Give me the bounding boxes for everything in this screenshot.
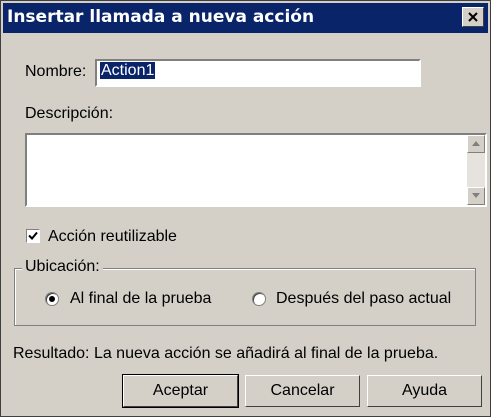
radio-after-current-step-label[interactable]: Después del paso actual (276, 290, 451, 308)
reusable-label[interactable]: Acción reutilizable (48, 228, 177, 246)
checkmark-icon (28, 231, 38, 240)
result-text: Resultado: La nueva acción se añadirá al… (13, 345, 439, 362)
cancel-button[interactable]: Cancelar (245, 375, 360, 407)
radio-after-current-step[interactable] (252, 292, 266, 306)
description-label: Descripción: (25, 105, 114, 122)
arrow-down-icon (472, 193, 480, 198)
name-field[interactable]: Action1 (95, 59, 421, 87)
description-scrollbar[interactable] (467, 135, 485, 205)
scroll-up-button[interactable] (467, 135, 485, 153)
location-group-label: Ubicación: (22, 258, 103, 276)
title-bar[interactable]: Insertar llamada a nueva acción (3, 3, 488, 33)
insert-action-dialog: Insertar llamada a nueva acción Nombre: … (0, 0, 491, 417)
radio-end-of-test[interactable] (45, 292, 59, 306)
help-button[interactable]: Ayuda (367, 375, 482, 407)
close-icon (468, 12, 478, 22)
scroll-down-button[interactable] (467, 187, 485, 205)
description-textarea[interactable] (25, 133, 487, 207)
accept-button[interactable]: Aceptar (122, 374, 239, 408)
reusable-checkbox[interactable] (26, 229, 40, 243)
name-label: Nombre: (25, 63, 87, 80)
radio-selected-dot (49, 296, 55, 302)
arrow-up-icon (472, 141, 480, 146)
name-value: Action1 (100, 62, 156, 79)
radio-end-of-test-label[interactable]: Al final de la prueba (70, 290, 211, 308)
dialog-title: Insertar llamada a nueva acción (7, 7, 315, 27)
close-button[interactable] (462, 7, 484, 27)
